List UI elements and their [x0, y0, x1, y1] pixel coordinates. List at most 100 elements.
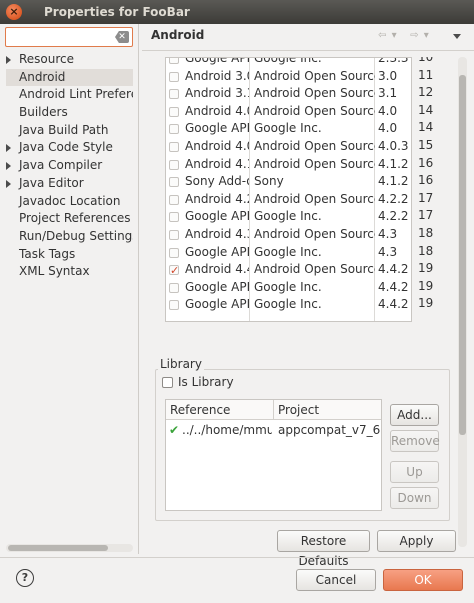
checkbox-icon[interactable] — [169, 58, 179, 64]
add-library-button[interactable]: Add... — [390, 404, 439, 426]
table-row[interactable]: Android 4.0 Android Open Source Project4.… — [166, 103, 411, 121]
target-checkbox[interactable] — [169, 208, 181, 226]
platform-cell: 4.3 — [378, 244, 398, 259]
move-down-button[interactable]: Down — [390, 487, 439, 509]
target-name-cell: Sony Add-on — [185, 174, 249, 189]
target-name-cell: Android 4.4.2 — [185, 262, 249, 277]
filter-input[interactable] — [9, 29, 109, 45]
checkbox-icon[interactable] — [169, 89, 179, 100]
table-row[interactable]: Android 4.0.3 Android Open Source Project… — [166, 138, 411, 156]
table-row[interactable]: Google APIs Google Inc. 4.2.2 — [166, 208, 411, 226]
cancel-button[interactable]: Cancel — [296, 569, 376, 591]
checkbox-icon[interactable] — [169, 247, 179, 258]
expand-arrow-icon[interactable] — [6, 56, 11, 64]
table-row[interactable]: Google APIs Google Inc. 4.0 — [166, 120, 411, 138]
filter-field[interactable]: ✕ — [5, 27, 133, 47]
target-name-cell: Android 3.0 — [185, 68, 249, 83]
target-checkbox[interactable] — [169, 68, 181, 86]
help-icon[interactable]: ? — [16, 569, 34, 587]
target-checkbox[interactable] — [169, 296, 181, 314]
forward-dropdown-icon[interactable]: ▾ — [424, 30, 430, 41]
table-row[interactable]: Android 3.1 Android Open Source Project3.… — [166, 85, 411, 103]
move-up-button[interactable]: Up — [390, 461, 439, 483]
table-row[interactable]: Google APIs Google Inc. 2.3.3 — [166, 58, 411, 68]
checkbox-icon[interactable] — [169, 282, 179, 293]
sidebar-item[interactable]: Java Code Style — [0, 139, 133, 157]
table-row[interactable]: Google APIs Google Inc. 4.4.2 — [166, 279, 411, 297]
table-row[interactable]: Android 4.4.2 Android Open Source Project… — [166, 261, 411, 279]
platform-cell: 4.4.2 — [378, 297, 408, 312]
expand-arrow-icon[interactable] — [6, 179, 11, 188]
sidebar-item[interactable]: Java Compiler — [0, 157, 133, 175]
sidebar-item[interactable]: Android Lint Preferences — [0, 86, 133, 104]
build-target-table[interactable]: Google APIsGoogle Inc.2.3.3Android 3.0An… — [165, 57, 412, 322]
table-row[interactable]: Google APIs Google Inc. 4.3 — [166, 244, 411, 262]
library-reference-table[interactable]: Reference Project ✔ ../../home/mmurphy/a… — [165, 399, 382, 511]
target-checkbox[interactable] — [169, 261, 181, 279]
target-checkbox[interactable] — [169, 103, 181, 121]
forward-arrow-icon[interactable]: ⇨ — [410, 30, 419, 41]
view-menu-icon[interactable] — [453, 34, 461, 39]
checkbox-icon[interactable] — [169, 262, 179, 279]
sidebar-item[interactable]: Task Tags — [0, 246, 133, 264]
expand-arrow-icon[interactable] — [6, 162, 11, 171]
sidebar-item[interactable]: Javadoc Location — [0, 193, 133, 211]
tree-horizontal-scrollbar[interactable] — [6, 544, 133, 552]
expand-arrow-icon[interactable] — [6, 144, 11, 153]
checkbox-icon[interactable] — [169, 142, 179, 152]
target-checkbox[interactable] — [169, 226, 181, 244]
table-row[interactable]: Android 4.1.2 Android Open Source Project… — [166, 156, 411, 174]
checkbox-icon[interactable] — [169, 194, 179, 205]
checkbox-icon[interactable] — [169, 106, 179, 117]
checkbox-icon[interactable] — [169, 300, 179, 311]
pane-sash[interactable] — [138, 24, 139, 554]
close-icon[interactable]: × — [6, 4, 22, 20]
clear-filter-icon[interactable]: ✕ — [115, 31, 129, 43]
target-checkbox[interactable] — [169, 156, 181, 174]
restore-defaults-button[interactable]: Restore Defaults — [277, 530, 370, 568]
target-checkbox[interactable] — [169, 85, 181, 103]
sidebar-item[interactable]: XML Syntax — [0, 263, 133, 281]
target-checkbox[interactable] — [169, 173, 181, 191]
checkbox-icon[interactable] — [169, 124, 179, 135]
api-level-cell: 15 — [418, 138, 434, 152]
page-vertical-scrollbar[interactable] — [458, 57, 467, 547]
reference-cell: ../../home/mmurphy/appcompat_v7_6 — [182, 423, 272, 437]
table-row[interactable]: Android 4.2.2 Android Open Source Project… — [166, 191, 411, 209]
is-library-checkbox[interactable]: Is Library — [162, 375, 234, 389]
checkbox-icon[interactable] — [169, 71, 179, 82]
sidebar-item[interactable]: Android — [6, 68, 133, 87]
checkbox-icon[interactable] — [169, 177, 179, 188]
table-row[interactable]: Android 3.0 Android Open Source Project3.… — [166, 68, 411, 86]
table-row[interactable]: ✔ ../../home/mmurphy/appcompat_v7_6 appc… — [166, 421, 381, 439]
sidebar-item[interactable]: Resource — [0, 51, 133, 69]
checkbox-icon[interactable] — [162, 377, 173, 388]
reference-column-header[interactable]: Reference — [170, 403, 230, 417]
sidebar-item[interactable]: Java Editor — [0, 175, 133, 193]
checkbox-icon[interactable] — [169, 159, 179, 170]
ok-button[interactable]: OK — [383, 569, 463, 591]
remove-library-button[interactable]: Remove — [390, 430, 440, 452]
sidebar-item[interactable]: Java Build Path — [0, 122, 133, 140]
target-checkbox[interactable] — [169, 244, 181, 262]
target-checkbox[interactable] — [169, 279, 181, 297]
target-checkbox[interactable] — [169, 191, 181, 209]
sidebar-item[interactable]: Project References — [0, 210, 133, 228]
back-arrow-icon[interactable]: ⇦ — [378, 30, 387, 41]
platform-cell: 4.1.2 — [378, 174, 408, 189]
checkbox-icon[interactable] — [169, 212, 179, 223]
sidebar-item[interactable]: Builders — [0, 104, 133, 122]
back-dropdown-icon[interactable]: ▾ — [392, 30, 398, 41]
table-row[interactable]: Google APIs Google Inc. 4.4.2 — [166, 296, 411, 314]
sidebar-item[interactable]: Run/Debug Settings — [0, 228, 133, 246]
table-row[interactable]: Sony Add-on Sony 4.1.2 — [166, 173, 411, 191]
checkbox-icon[interactable] — [169, 230, 179, 240]
project-column-header[interactable]: Project — [278, 403, 319, 417]
platform-cell: 3.0 — [378, 68, 398, 83]
target-checkbox[interactable] — [169, 58, 181, 68]
table-row[interactable]: Android 4.3 Android Open Source Project4.… — [166, 226, 411, 244]
target-checkbox[interactable] — [169, 138, 181, 156]
api-level-cell: 12 — [418, 85, 434, 100]
apply-button[interactable]: Apply — [377, 530, 456, 552]
target-checkbox[interactable] — [169, 120, 181, 138]
